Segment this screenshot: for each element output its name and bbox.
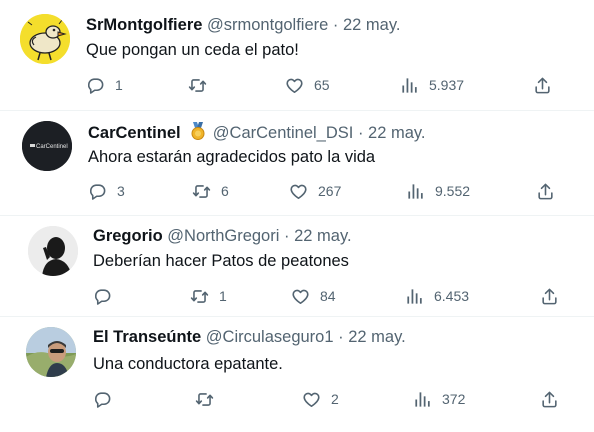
tweet-date[interactable]: 22 may.	[294, 227, 351, 245]
views-button[interactable]: 372	[413, 389, 465, 409]
tweet-header: SrMontgolfiere @srmontgolfiere · 22 may.	[86, 15, 400, 35]
views-icon	[406, 182, 425, 201]
like-count: 84	[320, 288, 336, 304]
heart-icon	[289, 182, 308, 201]
reply-button[interactable]	[93, 389, 122, 409]
tweet-text: Deberían hacer Patos de peatones	[93, 252, 349, 270]
reply-icon	[88, 182, 107, 201]
reply-count: 1	[115, 77, 123, 93]
retweet-icon	[190, 287, 209, 306]
like-button[interactable]: 267	[289, 181, 341, 201]
views-count: 9.552	[435, 183, 471, 199]
share-button[interactable]	[533, 75, 552, 95]
tweet-gregorio[interactable]: Gregorio @NorthGregori · 22 may. Debería…	[0, 216, 594, 316]
retweet-button[interactable]	[188, 75, 217, 95]
like-button[interactable]: 2	[302, 389, 339, 409]
retweet-count: 6	[221, 183, 229, 199]
retweet-button[interactable]: 1	[190, 286, 227, 306]
carcentinel-logo-icon: CarCentinel	[22, 121, 72, 171]
heart-icon	[285, 76, 304, 95]
reply-button[interactable]: 1	[86, 75, 123, 95]
author-handle[interactable]: @NorthGregori	[167, 227, 279, 245]
author-handle[interactable]: @srmontgolfiere	[207, 16, 328, 34]
retweet-button[interactable]	[195, 389, 224, 409]
tweet-carcentinel[interactable]: CarCentinel CarCentinel @CarCentinel_DSI…	[0, 111, 594, 215]
avatar-carcentinel[interactable]: CarCentinel	[22, 121, 72, 171]
avatar-gregorio[interactable]	[28, 226, 78, 276]
tweet-header: CarCentinel @CarCentinel_DSI · 22 may.	[88, 121, 426, 146]
author-handle[interactable]: @Circulaseguro1	[206, 328, 334, 346]
tweet-text: Que pongan un ceda el pato!	[86, 41, 299, 59]
tweet-header: Gregorio @NorthGregori · 22 may.	[93, 226, 352, 246]
tweet-date[interactable]: 22 may.	[348, 328, 405, 346]
separator-dot: ·	[357, 124, 364, 142]
views-icon	[405, 287, 424, 306]
share-icon	[536, 182, 555, 201]
share-button[interactable]	[540, 389, 559, 409]
author-name[interactable]: SrMontgolfiere	[86, 16, 202, 34]
tweet-date[interactable]: 22 may.	[368, 124, 425, 142]
tweet-header: El Transeúnte @Circulaseguro1 · 22 may.	[93, 327, 406, 347]
avatar-srmontgolfiere[interactable]	[20, 14, 70, 64]
retweet-count: 1	[219, 288, 227, 304]
share-icon	[540, 287, 559, 306]
cyclist-photo-icon	[26, 327, 76, 377]
views-count: 5.937	[429, 77, 465, 93]
like-button[interactable]: 65	[285, 75, 330, 95]
like-count: 267	[318, 183, 342, 199]
silhouette-portrait-icon	[28, 226, 78, 276]
views-count: 6.453	[434, 288, 470, 304]
tweet-el-transeunte[interactable]: El Transeúnte @Circulaseguro1 · 22 may. …	[0, 317, 594, 432]
separator-dot: ·	[332, 16, 339, 34]
retweet-button[interactable]: 6	[192, 181, 229, 201]
retweet-icon	[192, 182, 211, 201]
reply-icon	[93, 287, 112, 306]
reply-button[interactable]	[93, 286, 122, 306]
share-button[interactable]	[540, 286, 559, 306]
author-handle[interactable]: @CarCentinel_DSI	[213, 124, 354, 142]
retweet-icon	[195, 390, 214, 409]
avatar-logo-text: CarCentinel	[36, 144, 68, 150]
retweet-icon	[188, 76, 207, 95]
views-count: 372	[442, 391, 466, 407]
share-icon	[540, 390, 559, 409]
like-button[interactable]: 84	[291, 286, 336, 306]
share-icon	[533, 76, 552, 95]
separator-dot: ·	[338, 328, 344, 346]
views-icon	[400, 76, 419, 95]
avatar-el-transeunte[interactable]	[26, 327, 76, 377]
tweet-srmontgolfiere[interactable]: SrMontgolfiere @srmontgolfiere · 22 may.…	[0, 0, 594, 110]
like-count: 2	[331, 391, 339, 407]
views-button[interactable]: 9.552	[406, 181, 470, 201]
medal-badge-icon	[188, 121, 208, 146]
heart-icon	[302, 390, 321, 409]
like-count: 65	[314, 77, 330, 93]
author-name[interactable]: Gregorio	[93, 227, 163, 245]
separator-dot: ·	[284, 227, 290, 245]
views-button[interactable]: 5.937	[400, 75, 464, 95]
author-name[interactable]: CarCentinel	[88, 124, 181, 142]
duck-cartoon-icon	[20, 14, 70, 64]
heart-icon	[291, 287, 310, 306]
reply-button[interactable]: 3	[88, 181, 125, 201]
tweet-text: Ahora estarán agradecidos pato la vida	[88, 148, 376, 166]
author-name[interactable]: El Transeúnte	[93, 328, 201, 346]
views-button[interactable]: 6.453	[405, 286, 469, 306]
tweet-date[interactable]: 22 may.	[343, 16, 400, 34]
reply-icon	[86, 76, 105, 95]
reply-count: 3	[117, 183, 125, 199]
views-icon	[413, 390, 432, 409]
share-button[interactable]	[536, 181, 555, 201]
tweet-text: Una conductora epatante.	[93, 355, 283, 373]
reply-icon	[93, 390, 112, 409]
